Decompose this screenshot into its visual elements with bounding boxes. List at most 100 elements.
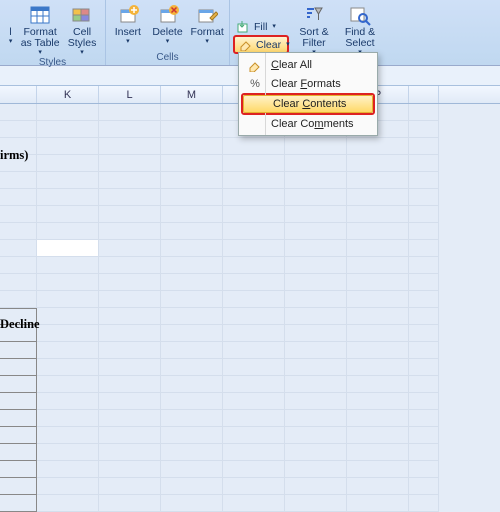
cell[interactable]: [409, 189, 439, 206]
cell[interactable]: [347, 325, 409, 342]
cell[interactable]: [37, 342, 99, 359]
cell[interactable]: [99, 376, 161, 393]
cell[interactable]: [285, 393, 347, 410]
clear-all-item[interactable]: Clear All: [241, 55, 375, 75]
cell[interactable]: [0, 478, 37, 495]
cell[interactable]: [0, 121, 37, 138]
cell[interactable]: [0, 138, 37, 155]
cell[interactable]: [285, 427, 347, 444]
clear-contents-item[interactable]: Clear Contents: [243, 95, 373, 113]
cell[interactable]: [37, 121, 99, 138]
cell[interactable]: [99, 291, 161, 308]
cell[interactable]: [285, 274, 347, 291]
cell[interactable]: [285, 206, 347, 223]
cell[interactable]: [223, 359, 285, 376]
cell[interactable]: [347, 291, 409, 308]
cell[interactable]: [0, 189, 37, 206]
cell[interactable]: [37, 308, 99, 325]
cell[interactable]: [223, 291, 285, 308]
cell[interactable]: [161, 138, 223, 155]
cell[interactable]: [99, 342, 161, 359]
cell[interactable]: [37, 172, 99, 189]
cell[interactable]: [223, 257, 285, 274]
cell[interactable]: [223, 274, 285, 291]
cell[interactable]: [37, 410, 99, 427]
column-header[interactable]: [409, 86, 439, 103]
cell[interactable]: [409, 121, 439, 138]
cell[interactable]: [409, 410, 439, 427]
cell[interactable]: [37, 444, 99, 461]
cell[interactable]: [161, 359, 223, 376]
cell[interactable]: [223, 308, 285, 325]
cell[interactable]: [409, 274, 439, 291]
cell[interactable]: [99, 189, 161, 206]
cell[interactable]: [0, 172, 37, 189]
cell[interactable]: [99, 240, 161, 257]
cell[interactable]: [347, 376, 409, 393]
cell[interactable]: [285, 308, 347, 325]
cell[interactable]: [161, 325, 223, 342]
cell[interactable]: [409, 495, 439, 512]
cell[interactable]: [223, 495, 285, 512]
cell[interactable]: [223, 376, 285, 393]
cell[interactable]: [37, 104, 99, 121]
cell[interactable]: [37, 138, 99, 155]
cell[interactable]: [347, 155, 409, 172]
cell[interactable]: [161, 495, 223, 512]
cell[interactable]: [0, 206, 37, 223]
cell[interactable]: [409, 342, 439, 359]
cell[interactable]: [285, 257, 347, 274]
cell[interactable]: [409, 461, 439, 478]
cell[interactable]: [223, 155, 285, 172]
cell[interactable]: [223, 478, 285, 495]
cell[interactable]: [0, 104, 37, 121]
find-select-button[interactable]: Find & Select ▾: [339, 2, 381, 56]
cell[interactable]: [347, 461, 409, 478]
cell[interactable]: [285, 444, 347, 461]
cell[interactable]: [99, 138, 161, 155]
format-button[interactable]: Format ▾: [188, 2, 226, 45]
cell[interactable]: [285, 172, 347, 189]
column-header[interactable]: L: [99, 86, 161, 103]
cell[interactable]: [0, 427, 37, 444]
cell[interactable]: [409, 138, 439, 155]
cell[interactable]: [0, 410, 37, 427]
cell[interactable]: [285, 291, 347, 308]
column-header[interactable]: K: [37, 86, 99, 103]
cell[interactable]: [347, 206, 409, 223]
cell[interactable]: [285, 359, 347, 376]
cell[interactable]: [0, 461, 37, 478]
cell[interactable]: [223, 189, 285, 206]
cell[interactable]: [223, 342, 285, 359]
cell[interactable]: [99, 495, 161, 512]
format-as-table-button[interactable]: Format as Table ▾: [20, 2, 60, 56]
cell[interactable]: [0, 325, 37, 342]
cell[interactable]: [37, 376, 99, 393]
cell[interactable]: [161, 189, 223, 206]
cell[interactable]: [223, 206, 285, 223]
cell[interactable]: [37, 274, 99, 291]
cell[interactable]: [37, 495, 99, 512]
cell[interactable]: [161, 478, 223, 495]
cell[interactable]: [409, 172, 439, 189]
cell[interactable]: [347, 240, 409, 257]
cell[interactable]: [0, 444, 37, 461]
cell[interactable]: [37, 206, 99, 223]
cell[interactable]: [223, 223, 285, 240]
cell[interactable]: [285, 325, 347, 342]
delete-button[interactable]: Delete ▾: [149, 2, 187, 45]
cell[interactable]: [161, 121, 223, 138]
cell[interactable]: [161, 155, 223, 172]
cell[interactable]: [223, 138, 285, 155]
cell[interactable]: [223, 240, 285, 257]
cell[interactable]: [409, 104, 439, 121]
cell[interactable]: [37, 325, 99, 342]
cell[interactable]: [37, 291, 99, 308]
cell[interactable]: [161, 257, 223, 274]
cell[interactable]: [347, 223, 409, 240]
cell[interactable]: [99, 427, 161, 444]
cell[interactable]: [99, 393, 161, 410]
cell[interactable]: [409, 427, 439, 444]
cell[interactable]: [0, 495, 37, 512]
cell[interactable]: [347, 342, 409, 359]
